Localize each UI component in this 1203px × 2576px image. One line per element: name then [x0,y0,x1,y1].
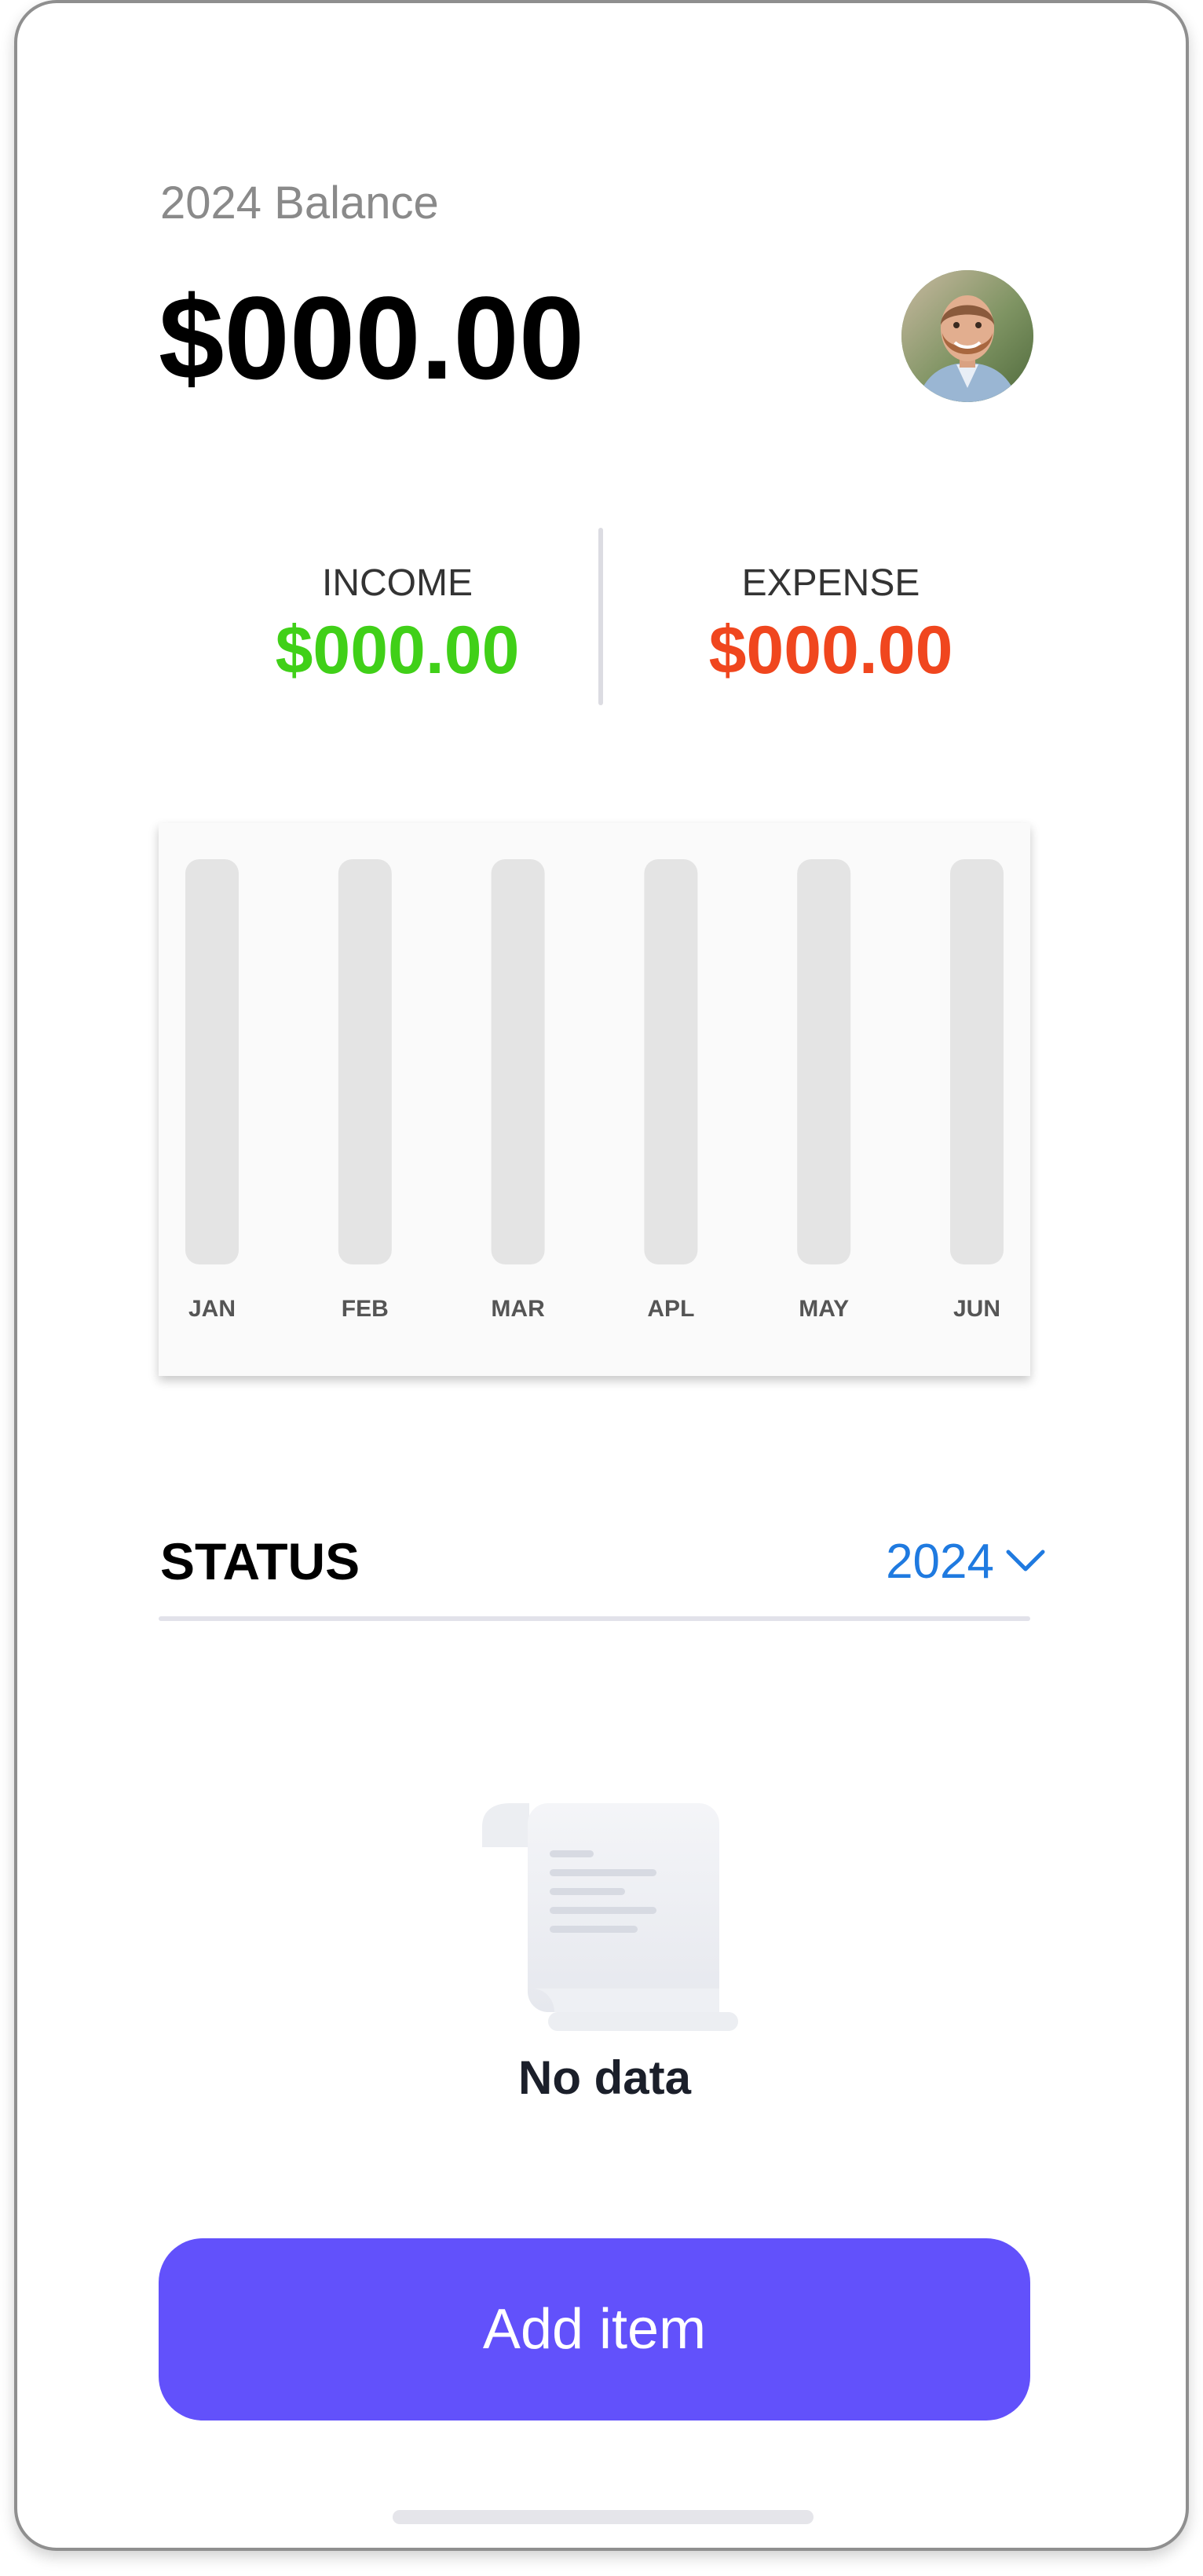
bar-track-feb [338,859,392,1264]
monthly-chart-card: JAN FEB MAR APL MAY JUN [159,823,1030,1376]
status-title: STATUS [160,1532,360,1590]
expense-summary: EXPENSE $000.00 [619,561,1043,688]
user-avatar-icon [901,270,1033,402]
bar-track-jun [950,859,1004,1264]
month-label-feb: FEB [342,1296,389,1322]
month-label-jun: JUN [953,1296,1000,1322]
monthly-bar-chart: JAN FEB MAR APL MAY JUN [185,859,1004,1322]
bar-track-may [797,859,851,1264]
year-dropdown-value: 2024 [886,1534,994,1589]
month-label-apl: APL [647,1296,694,1322]
home-indicator [393,2510,814,2524]
income-label: INCOME [322,562,473,604]
add-item-button[interactable]: Add item [159,2238,1030,2420]
year-dropdown[interactable]: 2024 [886,1530,1046,1593]
receipt-scroll-icon [482,1803,738,2031]
balance-value: $000.00 [159,272,585,404]
avatar[interactable] [901,270,1033,402]
empty-state-text: No data [517,2051,692,2104]
month-label-jan: JAN [188,1296,236,1322]
expense-label: EXPENSE [741,562,920,604]
expense-value: $000.00 [708,613,953,688]
income-value: $000.00 [275,613,520,688]
chevron-down-icon [1006,1550,1045,1572]
balance-label: 2024 Balance [160,177,439,229]
month-label-mar: MAR [491,1296,545,1322]
bar-track-apl [644,859,698,1264]
status-underline [159,1616,1030,1621]
bar-track-mar [491,859,545,1264]
bar-track-jan [185,859,239,1264]
phone-frame: 2024 Balance $000.00 INCOME $000.00 EXPE… [14,0,1189,2551]
month-label-may: MAY [799,1296,849,1322]
income-summary: INCOME $000.00 [185,561,609,688]
summary-divider [598,528,603,705]
